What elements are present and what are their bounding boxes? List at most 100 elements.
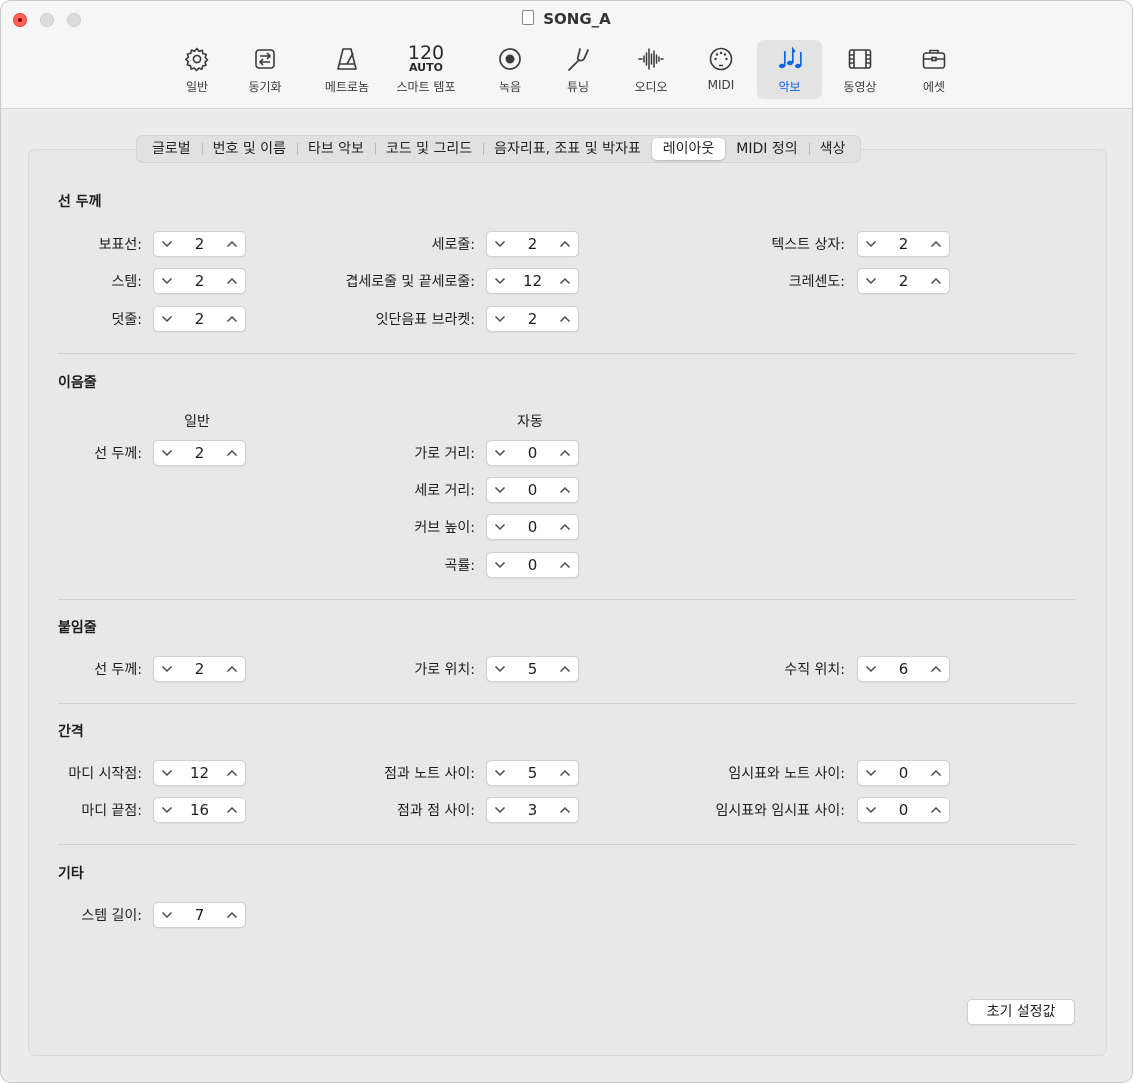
stepper-value[interactable]: 6: [884, 660, 923, 678]
stepper-value[interactable]: 0: [513, 444, 552, 462]
toolbar-item-general[interactable]: 일반: [169, 40, 225, 99]
tab-midi-meaning[interactable]: MIDI 정의: [725, 138, 808, 160]
stepper-value[interactable]: 2: [884, 235, 923, 253]
toolbar-item-movie[interactable]: 동영상: [831, 40, 889, 99]
stepper-ledger[interactable]: 2: [153, 306, 246, 332]
stepper-dot-dot[interactable]: 3: [486, 797, 579, 823]
increment-button[interactable]: [923, 761, 949, 785]
stepper-tuplet-bracket[interactable]: 2: [486, 306, 579, 332]
stepper-text-box[interactable]: 2: [857, 231, 950, 257]
decrement-button[interactable]: [858, 761, 884, 785]
stepper-slur-h-distance[interactable]: 0: [486, 440, 579, 466]
decrement-button[interactable]: [487, 515, 513, 539]
toolbar-item-smart-tempo[interactable]: 120 AUTO 스마트 템포: [389, 40, 463, 99]
stepper-value[interactable]: 5: [513, 660, 552, 678]
increment-button[interactable]: [552, 307, 578, 331]
stepper-slur-v-distance[interactable]: 0: [486, 477, 579, 503]
tab-colors[interactable]: 색상: [808, 138, 857, 160]
decrement-button[interactable]: [154, 441, 180, 465]
decrement-button[interactable]: [487, 441, 513, 465]
stepper-tie-v-position[interactable]: 6: [857, 656, 950, 682]
stepper-slur-thickness[interactable]: 2: [153, 440, 246, 466]
increment-button[interactable]: [552, 761, 578, 785]
tab-numbers-names[interactable]: 번호 및 이름: [201, 138, 297, 160]
stepper-value[interactable]: 0: [513, 481, 552, 499]
increment-button[interactable]: [552, 798, 578, 822]
decrement-button[interactable]: [154, 269, 180, 293]
reset-defaults-button[interactable]: 초기 설정값: [967, 999, 1075, 1025]
increment-button[interactable]: [923, 798, 949, 822]
stepper-value[interactable]: 2: [180, 660, 219, 678]
decrement-button[interactable]: [487, 761, 513, 785]
decrement-button[interactable]: [487, 269, 513, 293]
stepper-stem-length[interactable]: 7: [153, 902, 246, 928]
decrement-button[interactable]: [487, 553, 513, 577]
tab-clefs-signatures[interactable]: 음자리표, 조표 및 박자표: [483, 138, 652, 160]
increment-button[interactable]: [219, 232, 245, 256]
stepper-slur-curve-height[interactable]: 0: [486, 514, 579, 540]
stepper-accidental-accidental[interactable]: 0: [857, 797, 950, 823]
stepper-crescendo[interactable]: 2: [857, 268, 950, 294]
stepper-value[interactable]: 2: [180, 444, 219, 462]
tab-global[interactable]: 글로벌: [141, 138, 202, 160]
decrement-button[interactable]: [487, 657, 513, 681]
toolbar-item-metronome[interactable]: 메트로놈: [313, 40, 381, 99]
decrement-button[interactable]: [154, 761, 180, 785]
increment-button[interactable]: [552, 478, 578, 502]
decrement-button[interactable]: [154, 903, 180, 927]
increment-button[interactable]: [219, 798, 245, 822]
stepper-value[interactable]: 3: [513, 801, 552, 819]
tab-layout[interactable]: 레이아웃: [651, 138, 726, 160]
decrement-button[interactable]: [858, 232, 884, 256]
stepper-value[interactable]: 2: [180, 272, 219, 290]
increment-button[interactable]: [552, 269, 578, 293]
stepper-value[interactable]: 2: [180, 310, 219, 328]
toolbar-item-score[interactable]: 악보: [757, 40, 822, 99]
toolbar-item-tuning[interactable]: 튜닝: [550, 40, 606, 99]
stepper-dot-note[interactable]: 5: [486, 760, 579, 786]
increment-button[interactable]: [923, 269, 949, 293]
toolbar-item-sync[interactable]: 동기화: [237, 40, 293, 99]
stepper-value[interactable]: 2: [513, 235, 552, 253]
tab-chords-grids[interactable]: 코드 및 그리드: [374, 138, 483, 160]
stepper-bar-start[interactable]: 12: [153, 760, 246, 786]
increment-button[interactable]: [552, 515, 578, 539]
stepper-accidental-note[interactable]: 0: [857, 760, 950, 786]
stepper-value[interactable]: 0: [884, 764, 923, 782]
increment-button[interactable]: [923, 657, 949, 681]
increment-button[interactable]: [219, 657, 245, 681]
decrement-button[interactable]: [487, 798, 513, 822]
toolbar-item-record[interactable]: 녹음: [482, 40, 538, 99]
stepper-value[interactable]: 2: [180, 235, 219, 253]
decrement-button[interactable]: [858, 798, 884, 822]
toolbar-item-audio[interactable]: 오디오: [622, 40, 680, 99]
increment-button[interactable]: [219, 903, 245, 927]
stepper-value[interactable]: 2: [884, 272, 923, 290]
stepper-value[interactable]: 7: [180, 906, 219, 924]
stepper-bar-end[interactable]: 16: [153, 797, 246, 823]
decrement-button[interactable]: [487, 232, 513, 256]
increment-button[interactable]: [552, 657, 578, 681]
decrement-button[interactable]: [487, 478, 513, 502]
decrement-button[interactable]: [858, 657, 884, 681]
increment-button[interactable]: [552, 553, 578, 577]
stepper-value[interactable]: 5: [513, 764, 552, 782]
stepper-barline[interactable]: 2: [486, 231, 579, 257]
increment-button[interactable]: [552, 441, 578, 465]
tab-tablature[interactable]: 타브 악보: [296, 138, 375, 160]
increment-button[interactable]: [219, 269, 245, 293]
stepper-double-barline[interactable]: 12: [486, 268, 579, 294]
increment-button[interactable]: [219, 441, 245, 465]
decrement-button[interactable]: [154, 232, 180, 256]
increment-button[interactable]: [219, 307, 245, 331]
stepper-value[interactable]: 0: [513, 556, 552, 574]
stepper-value[interactable]: 12: [513, 272, 552, 290]
decrement-button[interactable]: [154, 307, 180, 331]
decrement-button[interactable]: [154, 657, 180, 681]
stepper-slur-curvature[interactable]: 0: [486, 552, 579, 578]
toolbar-item-midi[interactable]: MIDI: [693, 40, 749, 99]
stepper-value[interactable]: 12: [180, 764, 219, 782]
stepper-tie-thickness[interactable]: 2: [153, 656, 246, 682]
stepper-value[interactable]: 0: [513, 518, 552, 536]
decrement-button[interactable]: [154, 798, 180, 822]
